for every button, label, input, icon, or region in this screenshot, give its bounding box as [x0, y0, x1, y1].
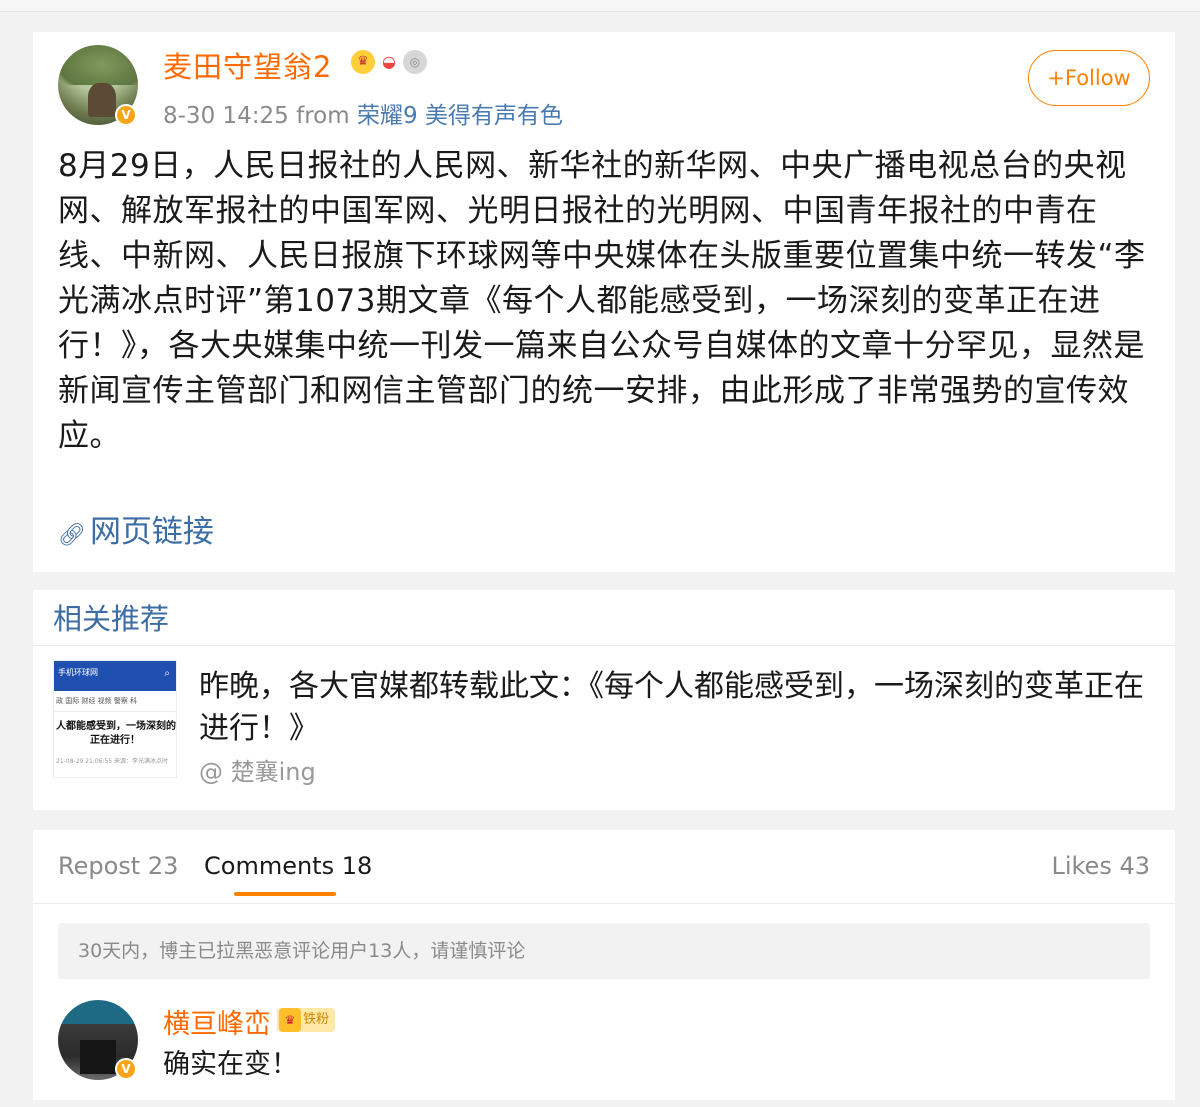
crown-badge-icon[interactable]: ♛: [351, 50, 375, 74]
comment-text: 确实在变！: [163, 1049, 298, 1080]
verified-icon: V: [115, 104, 137, 126]
related-title: 相关推荐: [53, 602, 170, 636]
post-meta: 8-30 14:25 from 荣耀9 美得有声有色: [163, 96, 563, 130]
medal-badge-icon[interactable]: ◎: [403, 50, 427, 74]
author-name[interactable]: 麦田守望翁2: [163, 44, 332, 86]
interaction-tabs: Repost 23 Comments 18 Likes 43: [33, 830, 1175, 904]
thumb-logo: 手机环球网: [58, 668, 98, 677]
tab-likes[interactable]: Likes 43: [1051, 852, 1150, 880]
search-icon: ⌕: [164, 668, 170, 679]
web-link[interactable]: 🔗︎ 网页链接: [58, 506, 214, 551]
post-time: 8-30 14:25: [163, 103, 289, 129]
crown-icon: ♛: [279, 1008, 301, 1032]
comments-card: Repost 23 Comments 18 Likes 43 30天内，博主已拉…: [33, 830, 1175, 1100]
tab-comments[interactable]: Comments 18: [204, 852, 372, 880]
related-card: 相关推荐 手机环球网 ⌕ 政 国际 财经 视频 警察 科 人都能感受到，一场深刻…: [33, 590, 1175, 810]
fan-badge[interactable]: ♛ 铁粉: [277, 1008, 336, 1032]
top-bar: [0, 0, 1200, 12]
post-card: V 麦田守望翁2 ♛ ◒ ◎ 8-30 14:25 from 荣耀9 美得有声有…: [33, 32, 1175, 572]
thumb-date: 21-08-29 21:06:55 来源：李光满冰点时: [56, 758, 168, 765]
thumb-headline-2: 正在进行！: [90, 735, 140, 746]
tab-repost[interactable]: Repost 23: [58, 852, 178, 880]
thumb-headline-1: 人都能感受到，一场深刻的: [56, 721, 176, 732]
related-thumbnail[interactable]: 手机环球网 ⌕ 政 国际 财经 视频 警察 科 人都能感受到，一场深刻的 正在进…: [53, 660, 177, 778]
follow-button[interactable]: +Follow: [1028, 50, 1150, 106]
related-header: 相关推荐: [33, 590, 1175, 646]
link-icon: 🔗︎: [58, 523, 86, 548]
commenter-name[interactable]: 横亘峰峦: [163, 1002, 271, 1041]
author-badges: ♛ ◒ ◎: [351, 50, 427, 74]
active-tab-indicator: [234, 892, 336, 896]
rainbow-badge-icon[interactable]: ◒: [377, 50, 401, 74]
commenter-verified-icon: V: [115, 1058, 137, 1080]
post-text: 8月29日，人民日报社的人民网、新华社的新华网、中央广播电视总台的央视网、解放军…: [58, 148, 1146, 454]
related-item-author[interactable]: @ 楚襄ing: [199, 752, 316, 787]
web-link-label: 网页链接: [89, 514, 214, 550]
post-source[interactable]: 荣耀9 美得有声有色: [357, 103, 563, 129]
thumb-nav: 政 国际 财经 视频 警察 科: [54, 691, 176, 712]
comment-notice: 30天内，博主已拉黑恶意评论用户13人，请谨慎评论: [58, 923, 1150, 979]
fan-badge-label: 铁粉: [303, 1012, 330, 1027]
from-label: from: [296, 103, 350, 129]
related-item-title[interactable]: 昨晚，各大官媒都转载此文：《每个人都能感受到，一场深刻的变革正在进行！》: [199, 666, 1149, 750]
